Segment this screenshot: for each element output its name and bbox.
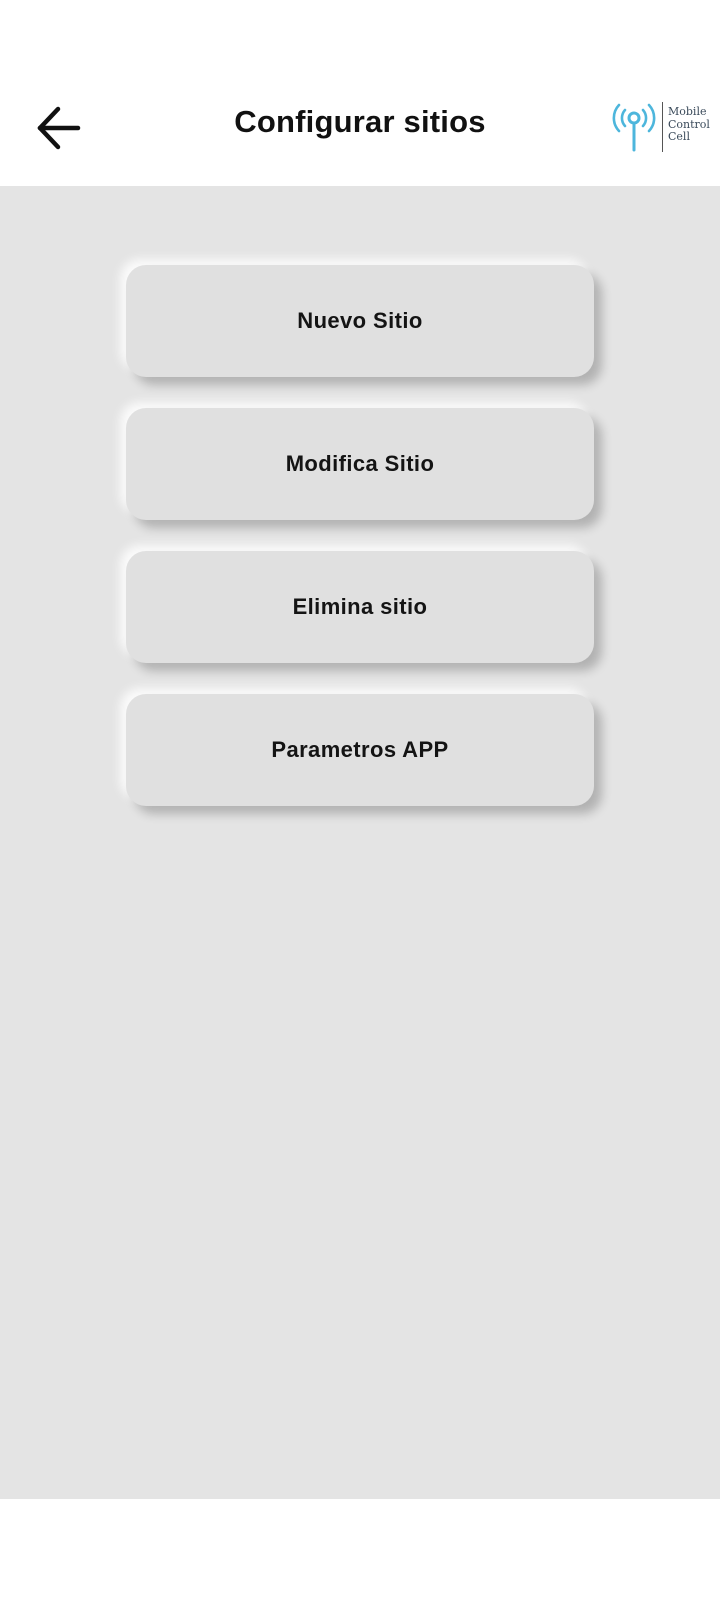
- new-site-button[interactable]: Nuevo Sitio: [126, 265, 594, 377]
- app-header: Configurar sitios Mobile Control Cell: [0, 0, 720, 186]
- modify-site-button[interactable]: Modifica Sitio: [126, 408, 594, 520]
- menu-panel: Nuevo Sitio Modifica Sitio Elimina sitio…: [0, 186, 720, 1499]
- logo-line-mobile: Mobile: [668, 105, 707, 118]
- logo-line-cell: Cell: [668, 130, 690, 143]
- logo-text: Mobile Control Cell: [668, 105, 710, 144]
- app-logo: Mobile Control Cell: [612, 100, 718, 154]
- app-parameters-button[interactable]: Parametros APP: [126, 694, 594, 806]
- delete-site-button[interactable]: Elimina sitio: [126, 551, 594, 663]
- antenna-signal-icon: [612, 103, 656, 152]
- logo-divider: [662, 102, 663, 152]
